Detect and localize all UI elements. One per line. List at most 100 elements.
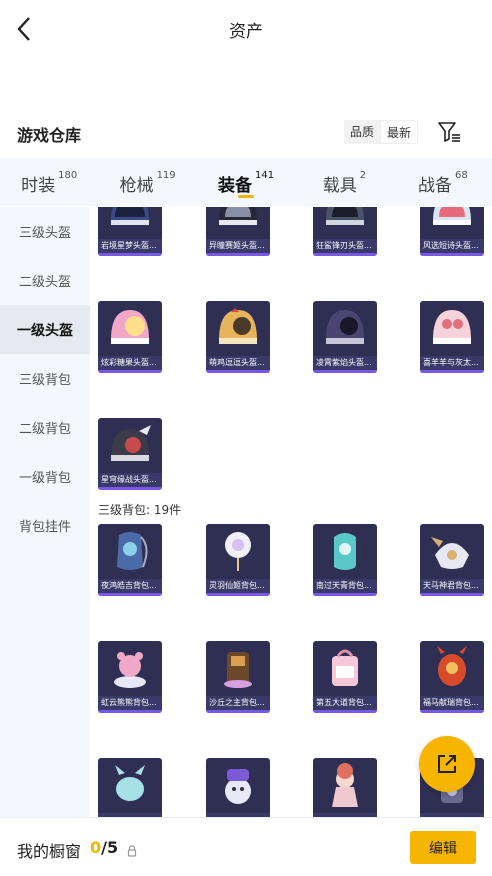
item-card[interactable] [206,758,270,817]
showcase-label: 我的橱窗 [17,842,82,861]
helmet-icon [206,207,270,238]
category-tabs: 时装 180 枪械 119 装备 141 载具 2 战备 68 [0,158,492,206]
tab-vehicles[interactable]: 载具 2 [295,158,393,206]
sort-toggle: 品质 最新 [344,120,419,144]
helmet-icon [313,301,377,355]
tab-count: 2 [359,170,367,181]
rarity-bar [313,370,377,373]
tab-weapons[interactable]: 枪械 119 [98,158,196,206]
tab-label: 装备 [217,176,252,196]
sort-quality-option[interactable]: 品质 [344,120,380,144]
backpack-icon [313,758,377,812]
edit-button[interactable]: 编辑 [410,831,476,864]
asset-screen: 资产 游戏仓库 品质 最新 时装 180 枪械 119 装备 141 载具 2 … [0,0,492,876]
tab-combat-gear[interactable]: 战备 68 [394,158,492,206]
tab-equipment[interactable]: 装备 141 [197,158,295,206]
rarity-bar [206,253,270,256]
item-name: 异瞳赛姬头盔... [206,239,270,253]
rarity-bar [420,370,484,373]
helmet-icon [313,207,377,238]
item-card[interactable]: 岩境星梦头盔... [98,207,162,256]
section-label: 三级背包: 19件 [98,503,182,517]
tab-count: 141 [254,170,275,181]
item-name: 灵羽仙姬背包... [206,579,270,593]
item-card[interactable]: 南过天青背包... [313,524,377,596]
sidebar-item-level1-backpack[interactable]: 一级背包 [0,452,90,501]
item-card[interactable]: 炫彩糖果头盔... [98,301,162,373]
helmet-icon [420,207,484,238]
rarity-bar [206,370,270,373]
rarity-bar [420,593,484,596]
item-name: 福马献瑞背包... [420,696,484,710]
item-card[interactable]: 喜羊羊与灰太... [420,301,484,373]
showcase-count: 0/5 [90,838,118,857]
item-card[interactable]: 福马献瑞背包... [420,641,484,713]
item-card[interactable] [313,758,377,817]
item-card[interactable]: 萌鸡逗逗头盔... [206,301,270,373]
sidebar-item-level2-backpack[interactable]: 二级背包 [0,403,90,452]
item-name: 凌霄紫焰头盔... [313,356,377,370]
item-card[interactable]: 灵羽仙姬背包... [206,524,270,596]
tab-label: 时装 [21,176,56,196]
sort-latest-option[interactable]: 最新 [380,120,419,144]
item-name: 狂鲨锋刃头盔... [313,239,377,253]
item-name: 第五大道背包... [313,696,377,710]
rarity-bar [206,710,270,713]
item-card[interactable]: 沙丘之主背包... [206,641,270,713]
item-name: 夜鸿皓吉背包... [98,579,162,593]
item-name: 天马神君背包... [420,579,484,593]
item-name: 虹云熊熊背包... [98,696,162,710]
rarity-bar [98,253,162,256]
item-name: 风选短诗头盔... [420,239,484,253]
back-button[interactable] [12,14,36,44]
rarity-bar [98,593,162,596]
tab-label: 战备 [417,176,452,196]
filter-icon [438,122,460,142]
sidebar-item-level3-helmet[interactable]: 三级头盔 [0,207,90,256]
showcase-current: 0 [90,838,102,857]
backpack-icon [420,524,484,578]
item-card[interactable]: 夜鸿皓吉背包... [98,524,162,596]
helmet-icon [98,418,162,472]
tab-fashion[interactable]: 时装 180 [0,158,98,206]
helmet-icon [420,301,484,355]
tab-count: 180 [58,170,78,181]
item-card[interactable]: 天马神君背包... [420,524,484,596]
item-card[interactable]: 第五大道背包... [313,641,377,713]
item-card[interactable]: 风选短诗头盔... [420,207,484,256]
top-bar: 资产 [0,0,492,58]
tab-count: 68 [454,170,468,181]
chevron-left-icon [17,17,30,41]
item-name: 星穹缘战头盔... [98,473,162,487]
rarity-bar [420,253,484,256]
page-title: 资产 [229,21,263,42]
tab-count: 119 [156,170,176,181]
item-grid: 岩境星梦头盔... 异瞳赛姬头盔... 狂鲨锋刃头盔... 风选短诗头盔... [90,207,492,817]
backpack-icon [313,524,377,578]
share-fab-button[interactable] [419,736,475,792]
sidebar-item-backpack-charm[interactable]: 背包挂件 [0,501,90,550]
item-card[interactable]: 星穹缘战头盔... [98,418,162,490]
rarity-bar [420,710,484,713]
active-tab-indicator [238,195,255,198]
sidebar-item-level2-helmet[interactable]: 二级头盔 [0,256,90,305]
backpack-icon [206,758,270,812]
helmet-icon [98,301,162,355]
external-share-icon [438,755,456,773]
lock-icon [127,842,137,861]
item-card[interactable]: 凌霄紫焰头盔... [313,301,377,373]
rarity-bar [313,710,377,713]
backpack-icon [98,524,162,578]
item-card[interactable]: 狂鲨锋刃头盔... [313,207,377,256]
item-name: 岩境星梦头盔... [98,239,162,253]
filter-button[interactable] [436,119,462,145]
sidebar-item-level1-helmet[interactable]: 一级头盔 [0,305,90,354]
item-card[interactable]: 虹云熊熊背包... [98,641,162,713]
sidebar-item-level3-backpack[interactable]: 三级背包 [0,354,90,403]
rarity-bar [313,593,377,596]
item-card[interactable]: 异瞳赛姬头盔... [206,207,270,256]
item-card[interactable] [98,758,162,817]
backpack-icon [206,524,270,578]
item-name: 萌鸡逗逗头盔... [206,356,270,370]
helmet-icon [206,301,270,355]
